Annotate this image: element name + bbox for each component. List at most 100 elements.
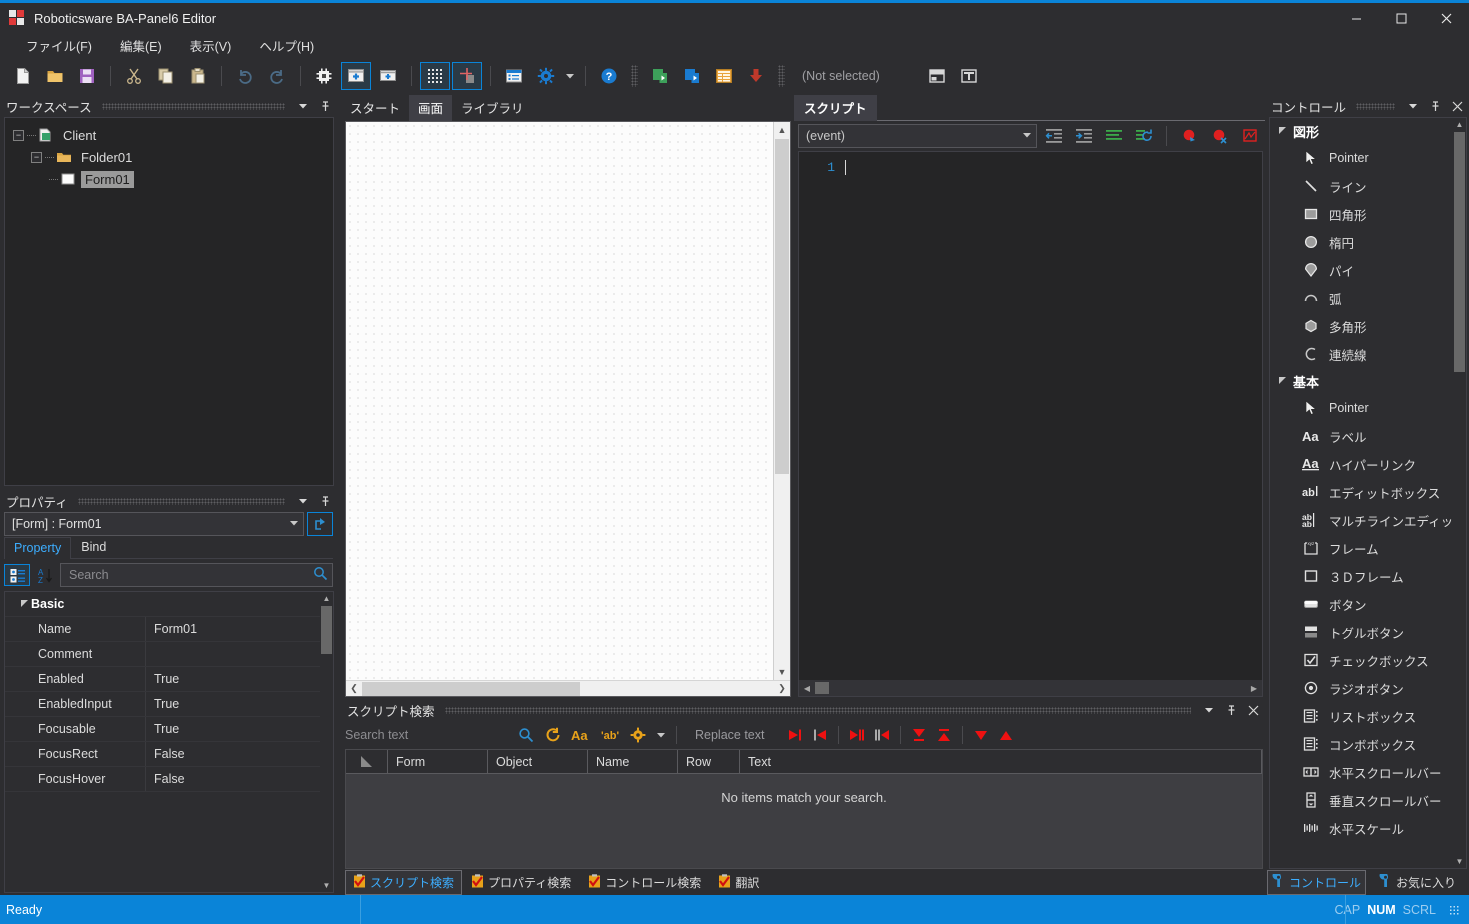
form-design-canvas[interactable] [346,122,774,680]
redo-icon[interactable] [262,62,292,90]
control-item-checkbox[interactable]: チェックボックス [1270,646,1453,674]
add-window-icon[interactable] [341,62,371,90]
property-grid[interactable]: Basic Name Form01 Comment Enabled True [4,591,334,893]
code-text-area[interactable] [841,152,1262,680]
control-item-line[interactable]: ライン [1270,172,1453,200]
breakpoint-list-icon[interactable] [1236,124,1263,148]
new-file-icon[interactable] [8,62,38,90]
split-horizontal-icon[interactable] [922,62,952,90]
indent-icon[interactable] [1070,124,1097,148]
property-row-focusable[interactable]: Focusable True [5,717,333,742]
control-item-toggle-button[interactable]: トグルボタン [1270,618,1453,646]
find-next-icon[interactable] [970,724,992,746]
control-item-arc[interactable]: 弧 [1270,284,1453,312]
property-value[interactable]: True [145,667,333,691]
property-value[interactable]: False [145,742,333,766]
tab-library[interactable]: ライブラリ [452,95,533,121]
tab-script[interactable]: スクリプト [794,95,877,121]
tab-script-search[interactable]: スクリプト検索 [345,870,462,895]
tab-bind[interactable]: Bind [71,536,116,558]
tab-favorites[interactable]: お気に入り [1368,870,1467,895]
chip-icon[interactable] [309,62,339,90]
match-case-icon[interactable]: Aa [569,724,593,746]
property-category-basic[interactable]: Basic [5,592,333,617]
controls-menu-icon[interactable] [1405,98,1421,114]
controls-close-icon[interactable] [1449,98,1465,114]
expand-toggle[interactable]: − [13,130,24,141]
collapse-triangle-icon[interactable] [1278,126,1287,137]
replace-all-prev-icon[interactable] [871,724,893,746]
canvas-horizontal-scrollbar[interactable]: ❮ ❯ [346,680,790,696]
replace-text-input[interactable]: Replace text [695,728,764,742]
property-grid-scrollbar[interactable]: ▲ ▼ [320,592,333,892]
tab-property[interactable]: Property [4,537,71,559]
copy-icon[interactable] [151,62,181,90]
scroll-up-icon[interactable]: ▲ [323,592,331,605]
tab-controls[interactable]: コントロール [1267,870,1366,895]
search-icon[interactable] [313,566,328,584]
outdent-icon[interactable] [1040,124,1067,148]
control-item-hyperlink[interactable]: Aa ハイパーリンク [1270,450,1453,478]
object-selector-combo[interactable]: [Form] : Form01 [4,512,304,536]
scroll-down-icon[interactable]: ▼ [778,664,787,680]
workspace-pin-icon[interactable] [317,98,333,114]
open-folder-icon[interactable] [40,62,70,90]
results-select-all-header[interactable] [346,750,388,773]
group-by-category-icon[interactable] [4,564,30,586]
replace-prev-icon[interactable] [809,724,831,746]
scroll-up-icon[interactable]: ▲ [778,122,787,138]
control-item-vscrollbar[interactable]: 垂直スクロールバー [1270,786,1453,814]
property-row-comment[interactable]: Comment [5,642,333,667]
control-item-hscrollbar[interactable]: 水平スクロールバー [1270,758,1453,786]
control-item-polygon[interactable]: 多角形 [1270,312,1453,340]
scroll-thumb[interactable] [1454,132,1465,372]
menu-help[interactable]: ヘルプ(H) [247,33,326,58]
menu-edit[interactable]: 編集(E) [108,33,174,58]
tab-property-search[interactable]: プロパティ検索 [463,870,579,895]
expand-toggle[interactable]: − [31,152,42,163]
list-form-icon[interactable] [499,62,529,90]
scroll-up-icon[interactable]: ▲ [1456,118,1464,131]
control-group-basic[interactable]: 基本 [1270,368,1453,394]
script-editor[interactable]: 1 ◀ ▶ [798,151,1263,697]
grid-dots-icon[interactable] [420,62,450,90]
cut-icon[interactable] [119,62,149,90]
remove-breakpoint-icon[interactable] [1206,124,1233,148]
tab-control-search[interactable]: コントロール検索 [580,870,709,895]
workspace-menu-icon[interactable] [295,98,311,114]
property-row-name[interactable]: Name Form01 [5,617,333,642]
scroll-left-icon[interactable]: ❮ [346,683,362,694]
gear-dropdown-icon[interactable] [563,62,577,90]
control-item-polyline[interactable]: 連続線 [1270,340,1453,368]
control-item-listbox[interactable]: リストボックス [1270,702,1453,730]
tab-translation[interactable]: 翻訳 [710,870,767,895]
text-align-icon[interactable] [954,62,984,90]
workspace-tree[interactable]: − Client − Folder01 [4,117,334,486]
scroll-right-icon[interactable]: ▶ [1246,684,1262,693]
scroll-thumb[interactable] [775,139,789,474]
canvas-vertical-scrollbar[interactable]: ▲ ▼ [774,122,790,680]
scroll-thumb[interactable] [815,682,829,694]
control-item-3dframe[interactable]: ３Ｄフレーム [1270,562,1453,590]
property-value[interactable]: True [145,717,333,741]
run-icon[interactable] [645,62,675,90]
run2-icon[interactable] [677,62,707,90]
control-item-frame[interactable]: xyz フレーム [1270,534,1453,562]
control-group-shapes[interactable]: 図形 [1270,118,1453,144]
property-value[interactable]: True [145,692,333,716]
table-icon[interactable] [709,62,739,90]
editor-horizontal-scrollbar[interactable]: ◀ ▶ [799,680,1262,696]
whole-word-icon[interactable]: 'ab' [598,724,622,746]
control-item-ellipse[interactable]: 楕円 [1270,228,1453,256]
tree-node-form01[interactable]: Form01 [9,168,329,190]
column-form[interactable]: Form [388,750,488,773]
tree-node-client[interactable]: − Client [9,124,329,146]
breakpoint-icon[interactable] [1176,124,1203,148]
go-to-parent-button[interactable] [307,512,333,536]
resize-grip[interactable] [1449,905,1459,915]
search-panel-pin-icon[interactable] [1223,702,1239,718]
options-dropdown-icon[interactable] [654,724,668,746]
find-all-down-icon[interactable] [908,724,930,746]
column-row[interactable]: Row [678,750,740,773]
snap-icon[interactable] [452,62,482,90]
